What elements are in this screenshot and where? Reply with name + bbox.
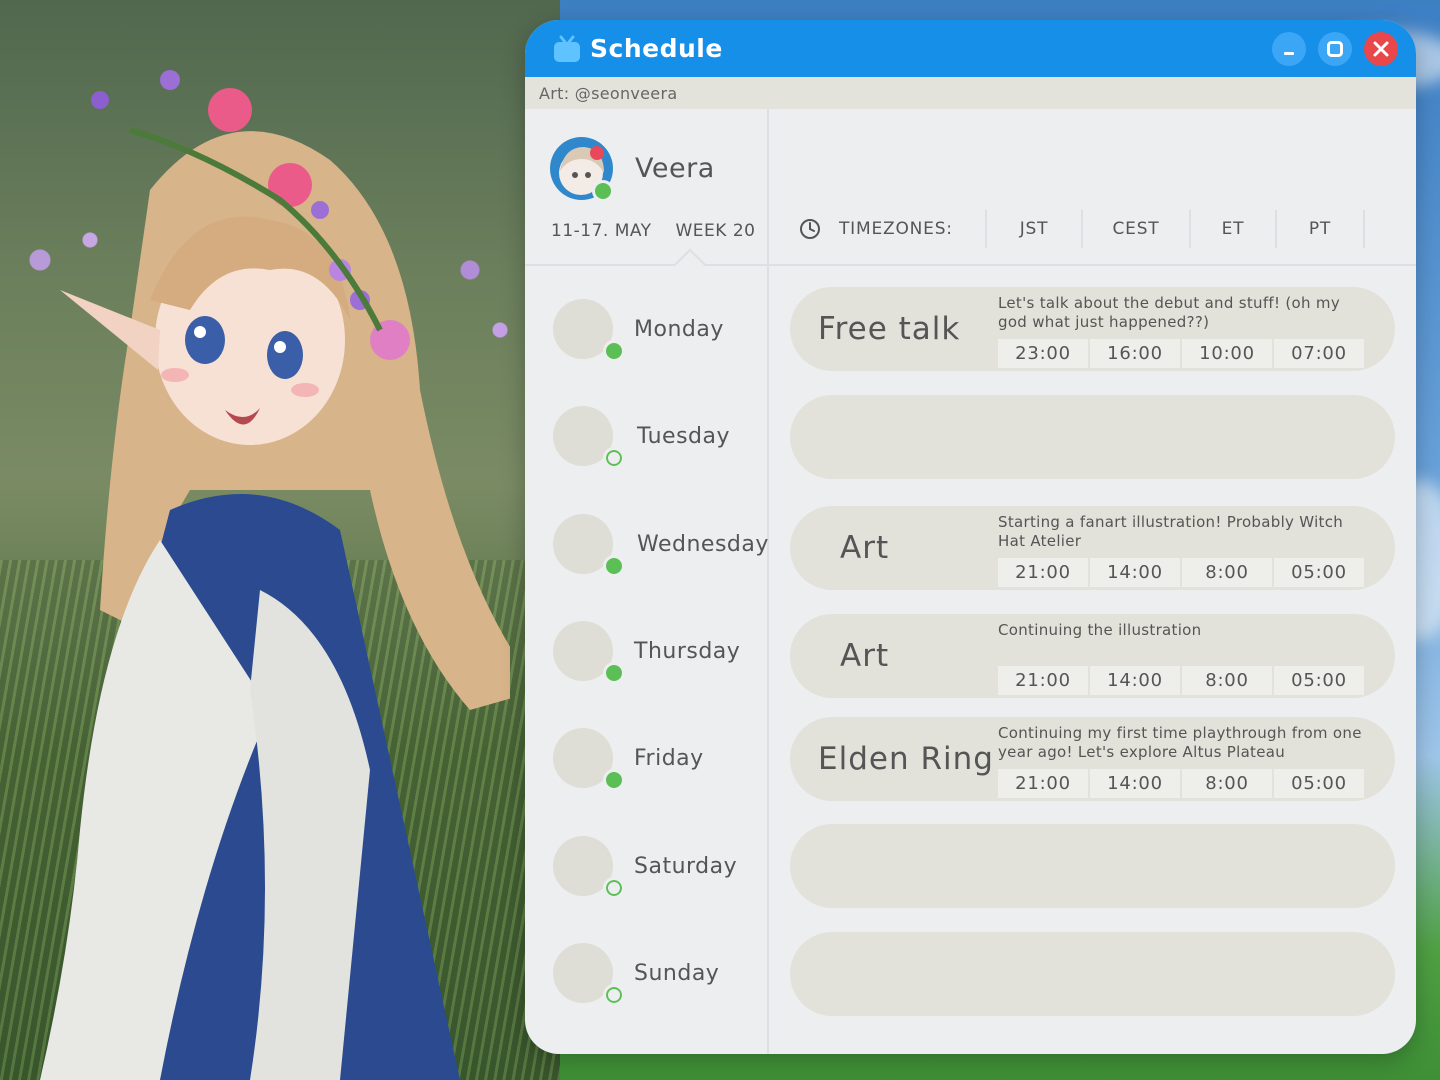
slot-wednesday[interactable]: Art Starting a fanart illustration! Prob… [790,506,1395,590]
online-status-dot [592,180,614,202]
close-button[interactable] [1364,31,1398,66]
status-dot [603,340,625,362]
day-avatar [553,406,625,469]
day-label: Friday [634,745,704,771]
tz-cest[interactable]: CEST [1081,210,1189,248]
time-et: 8:00 [1182,666,1272,695]
day-avatar [553,943,625,1006]
day-label: Sunday [634,960,720,986]
days-column: Veera 11-17. MAY WEEK 20 Monday Tuesday … [525,109,769,1054]
slot-sunday[interactable] [790,932,1395,1016]
time-pt: 07:00 [1274,339,1364,368]
profile: Veera [550,137,715,202]
day-friday[interactable]: Friday [553,728,704,791]
status-dot [603,447,625,469]
day-thursday[interactable]: Thursday [553,621,741,684]
time-jst: 23:00 [998,339,1088,368]
day-monday[interactable]: Monday [553,299,724,362]
close-icon [1373,41,1389,56]
slot-title: Art [840,530,890,566]
slot-saturday[interactable] [790,824,1395,908]
tz-jst[interactable]: JST [985,210,1081,248]
tz-et[interactable]: ET [1189,210,1275,248]
status-dot [603,877,625,899]
time-et: 10:00 [1182,339,1272,368]
day-label: Monday [634,316,724,342]
slot-times: 21:00 14:00 8:00 05:00 [998,666,1364,695]
day-label: Wednesday [637,531,769,557]
date-range: 11-17. MAY [551,221,652,241]
day-wednesday[interactable]: Wednesday [553,514,769,577]
slot-friday[interactable]: Elden Ring Continuing my first time play… [790,717,1395,801]
day-avatar [553,514,625,577]
slot-description: Continuing the illustration [998,621,1202,639]
slot-title: Free talk [818,311,961,347]
slot-description: Continuing my first time playthrough fro… [998,724,1362,761]
day-saturday[interactable]: Saturday [553,836,738,899]
status-dot [603,984,625,1006]
time-pt: 05:00 [1274,769,1364,798]
art-credit: Art: @seonveera [525,77,1416,109]
avatar[interactable] [550,137,614,202]
slot-title: Art [840,638,890,674]
timezone-header: TIMEZONES: JST CEST ET PT [799,209,1365,249]
timezones-label: TIMEZONES: [839,219,953,239]
title-bar[interactable]: Schedule [525,20,1416,77]
day-tuesday[interactable]: Tuesday [553,406,731,469]
slot-times: 23:00 16:00 10:00 07:00 [998,339,1364,368]
minimize-button[interactable] [1272,31,1306,66]
tz-divider [1363,210,1365,248]
status-dot [603,769,625,791]
schedule-column: TIMEZONES: JST CEST ET PT Free talk Let'… [771,109,1416,1054]
maximize-button[interactable] [1318,31,1352,66]
time-cest: 14:00 [1090,558,1180,587]
week-number: WEEK 20 [675,221,756,241]
slot-times: 21:00 14:00 8:00 05:00 [998,558,1364,587]
time-et: 8:00 [1182,558,1272,587]
slot-monday[interactable]: Free talk Let's talk about the debut and… [790,287,1395,371]
week-info: 11-17. MAY WEEK 20 [551,221,755,241]
slot-title: Elden Ring [818,741,994,777]
time-cest: 14:00 [1090,769,1180,798]
minimize-icon [1284,51,1294,55]
time-et: 8:00 [1182,769,1272,798]
schedule-window: Schedule Art: @seonveera Veera 11-17. MA… [525,20,1416,1054]
time-cest: 14:00 [1090,666,1180,695]
status-dot [603,662,625,684]
schedule-body: Veera 11-17. MAY WEEK 20 Monday Tuesday … [525,109,1416,1054]
time-pt: 05:00 [1274,558,1364,587]
slot-description: Let's talk about the debut and stuff! (o… [998,294,1340,331]
day-avatar [553,728,625,791]
slot-thursday[interactable]: Art Continuing the illustration 21:00 14… [790,614,1395,698]
day-avatar [553,299,625,362]
time-jst: 21:00 [998,666,1088,695]
time-pt: 05:00 [1274,666,1364,695]
status-dot [603,555,625,577]
day-label: Saturday [634,853,738,879]
clock-icon [800,219,820,239]
day-label: Tuesday [637,423,731,449]
maximize-icon [1327,40,1343,57]
profile-name: Veera [635,153,715,184]
day-avatar [553,836,625,899]
window-controls [1272,31,1398,66]
window-title: Schedule [590,34,723,63]
tv-icon [554,35,580,62]
slot-times: 21:00 14:00 8:00 05:00 [998,769,1364,798]
time-cest: 16:00 [1090,339,1180,368]
tz-pt[interactable]: PT [1275,210,1363,248]
background-illustration [0,0,560,1080]
day-label: Thursday [634,638,741,664]
time-jst: 21:00 [998,769,1088,798]
character-illustration [40,70,510,1080]
day-sunday[interactable]: Sunday [553,943,720,1006]
day-avatar [553,621,625,684]
slot-description: Starting a fanart illustration! Probably… [998,513,1344,550]
time-jst: 21:00 [998,558,1088,587]
slot-tuesday[interactable] [790,395,1395,479]
